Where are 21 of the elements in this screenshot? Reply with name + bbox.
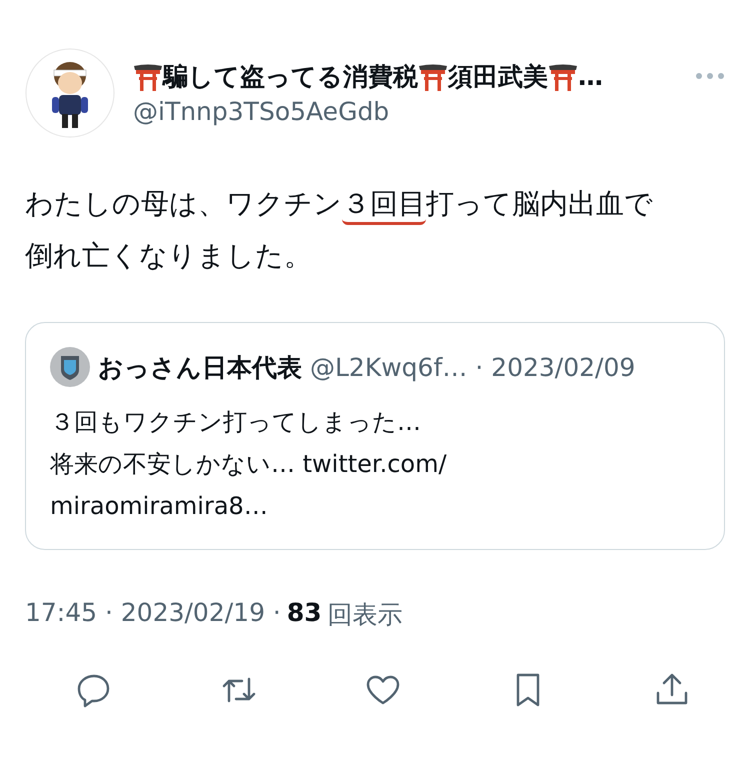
view-count: 83 — [286, 598, 322, 627]
torii-icon — [548, 62, 578, 92]
quote-avatar-icon — [50, 347, 90, 387]
quote-date: · 2023/02/09 — [475, 352, 636, 382]
quote-author-handle[interactable]: @L2Kwq6f… — [310, 352, 468, 382]
quote-text: ３回もワクチン打ってしまった… — [50, 407, 422, 438]
tweet-text: 倒れ亡くなりました。 — [25, 238, 313, 274]
quote-author-name[interactable]: おっさん日本代表 — [98, 350, 302, 384]
display-name[interactable]: 騙して盗ってる消費税 — [163, 60, 418, 93]
quote-text: 将来の不安しかない… twitter.com/ — [50, 449, 448, 480]
views-label: 回表示 — [328, 599, 403, 631]
avatar-drawing[interactable] — [25, 48, 115, 138]
quote-text: miraomiramira8… — [50, 491, 269, 522]
post-time: 17:45 · 2023/02/19 · — [25, 598, 281, 629]
display-name[interactable]: 須田武美 — [448, 60, 548, 93]
torii-icon — [133, 62, 163, 92]
tweet-text: わたしの母は、ワクチン ３回目打って脳内出血で — [25, 182, 725, 226]
torii-icon — [418, 62, 448, 92]
display-name[interactable]: … — [578, 62, 603, 91]
user-handle[interactable]: @iTnnp3TSo5AeGdb — [133, 97, 677, 126]
quoted-tweet-card[interactable]: おっさん日本代表 @L2Kwq6f… · 2023/02/09 ３回もワクチン打ってしまった… 将来の不安しかない… twitter.com/ miraomiramira8… — [25, 322, 725, 550]
